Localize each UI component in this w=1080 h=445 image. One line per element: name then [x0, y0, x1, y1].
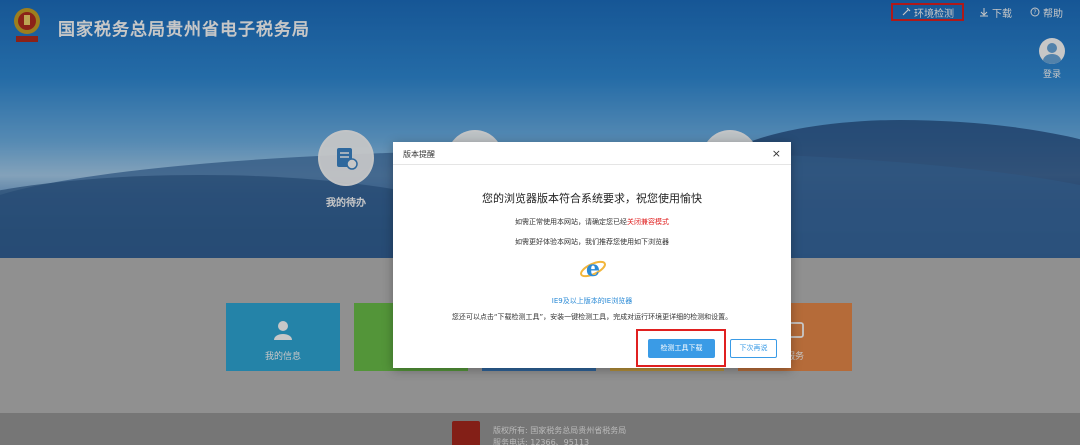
close-icon[interactable]: ×: [772, 147, 781, 160]
tool-description: 您还可以点击“下载检测工具”，安装一键检测工具，完成对运行环境更详细的检测和设置…: [451, 313, 733, 321]
svg-text:e: e: [586, 256, 600, 282]
remind-later-button[interactable]: 下次再说: [730, 339, 777, 358]
dialog-header-title: 版本提醒: [403, 150, 435, 159]
page: 国家税务总局贵州省电子税务局 环境检测 下载 ? 帮助 登录 我的待办 我的信息…: [0, 0, 1080, 445]
browser-recommend-text: 如需更好体验本网站，我们推荐您使用如下浏览器: [515, 238, 669, 246]
ie-browser-icon[interactable]: e: [578, 254, 608, 282]
compat-mode-line: 如需正常使用本网站，请确定您已经关闭兼容模式: [393, 217, 791, 227]
compat-mode-link[interactable]: 关闭兼容模式: [627, 218, 669, 226]
dialog-title: 您的浏览器版本符合系统要求，祝您使用愉快: [482, 192, 702, 205]
compat-mode-text: 如需正常使用本网站，请确定您已经: [515, 218, 627, 226]
dialog-header: 版本提醒: [393, 142, 791, 165]
ie-browser-link[interactable]: IE9及以上版本的IE浏览器: [393, 296, 791, 306]
download-tool-button[interactable]: 检测工具下载: [648, 339, 715, 358]
version-reminder-dialog: 版本提醒 × 您的浏览器版本符合系统要求，祝您使用愉快 如需正常使用本网站，请确…: [393, 142, 791, 368]
